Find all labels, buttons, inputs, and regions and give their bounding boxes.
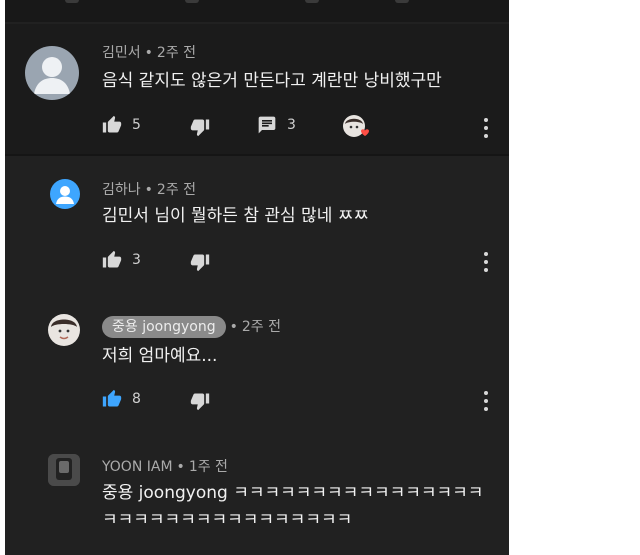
timestamp[interactable]: 1주 전 bbox=[189, 459, 228, 475]
dislike-icon bbox=[190, 119, 210, 137]
reply-count-button[interactable]: 3 bbox=[257, 115, 296, 135]
channel-owner-badge[interactable]: 중용 joongyong bbox=[102, 316, 226, 338]
main-comment: 김민서 • 2주 전 음식 같지도 않은거 만든다고 계란만 낭비했구만 5 3 bbox=[5, 24, 509, 154]
reply-icon bbox=[258, 116, 276, 134]
like-count: 5 bbox=[132, 117, 141, 133]
comment-actions: 3 bbox=[102, 250, 302, 274]
more-options-icon[interactable] bbox=[483, 391, 489, 411]
like-count: 8 bbox=[132, 391, 141, 407]
more-options-icon[interactable] bbox=[483, 252, 489, 272]
comment-text: 음식 같지도 않은거 만든다고 계란만 낭비했구만 bbox=[102, 71, 442, 91]
comment-text-line-2: ㅋㅋㅋㅋㅋㅋㅋㅋㅋㅋㅋㅋㅋㅋㅋㅋ bbox=[102, 510, 353, 530]
creator-heart bbox=[342, 113, 372, 143]
timestamp[interactable]: 2주 전 bbox=[157, 45, 196, 61]
previous-comment-edge bbox=[5, 0, 509, 22]
author-name[interactable]: 김하나 bbox=[102, 182, 141, 198]
channel-avatar[interactable] bbox=[48, 314, 80, 346]
like-button[interactable]: 3 bbox=[102, 250, 141, 270]
reply-comment: YOON IAM • 1주 전 중용 joongyong ㅋㅋㅋㅋㅋㅋㅋㅋㅋㅋㅋㅋㅋ… bbox=[5, 440, 509, 555]
like-count: 3 bbox=[132, 252, 141, 268]
timestamp[interactable]: 2주 전 bbox=[242, 319, 281, 335]
like-button[interactable]: 5 bbox=[102, 115, 141, 135]
user-avatar[interactable] bbox=[48, 454, 80, 486]
like-icon bbox=[102, 115, 122, 133]
dislike-button[interactable] bbox=[190, 252, 210, 272]
comment-actions: 8 bbox=[102, 389, 302, 413]
like-button-active[interactable]: 8 bbox=[102, 389, 141, 409]
dislike-button[interactable] bbox=[190, 117, 210, 137]
like-icon bbox=[102, 389, 122, 407]
comments-panel: 김민서•2주 전 음식 같지도 않은거 만든다고 계란만 낭비했구만 5 3 bbox=[5, 0, 509, 555]
comment-text: 저희 엄마예요... bbox=[102, 346, 218, 366]
comment-text: 김민서 님이 뭘하든 참 관심 많네 ㅉㅉ bbox=[102, 206, 370, 226]
more-options-icon[interactable] bbox=[483, 118, 489, 138]
comment-meta: 중용 joongyong • 2주 전 bbox=[102, 316, 281, 338]
comment-text-line-1: 중용 joongyong ㅋㅋㅋㅋㅋㅋㅋㅋㅋㅋㅋㅋㅋㅋㅋㅋ bbox=[102, 483, 484, 503]
comment-meta: 김하나 • 2주 전 bbox=[102, 182, 197, 198]
user-avatar[interactable] bbox=[50, 179, 80, 209]
reply-count: 3 bbox=[287, 117, 296, 133]
comment-meta: YOON IAM • 1주 전 bbox=[102, 459, 228, 475]
author-name[interactable]: YOON IAM bbox=[102, 459, 173, 475]
default-avatar[interactable] bbox=[25, 46, 79, 100]
dislike-icon bbox=[190, 254, 210, 272]
timestamp[interactable]: 2주 전 bbox=[157, 182, 196, 198]
creator-heart-icon bbox=[343, 115, 369, 137]
author-name[interactable]: 김민서 bbox=[102, 45, 141, 61]
like-icon bbox=[102, 250, 122, 268]
reply-comment: 김하나 • 2주 전 김민서 님이 뭘하든 참 관심 많네 ㅉㅉ 3 bbox=[5, 156, 509, 286]
dislike-button[interactable] bbox=[190, 391, 210, 411]
dislike-icon bbox=[190, 393, 210, 411]
reply-comment-owner: 중용 joongyong • 2주 전 저희 엄마예요... 8 bbox=[5, 300, 509, 430]
comment-actions: 5 3 bbox=[102, 115, 502, 139]
comment-meta: 김민서 • 2주 전 bbox=[102, 45, 197, 61]
